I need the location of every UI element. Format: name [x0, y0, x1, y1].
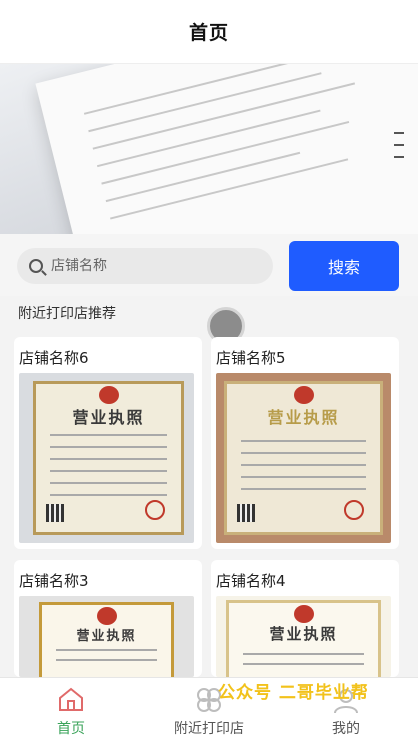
search-icon: [29, 259, 43, 273]
emblem-icon: [96, 607, 117, 625]
tab-home-label: 首页: [57, 721, 85, 737]
seal-icon: [344, 500, 364, 520]
page-title: 首页: [188, 22, 229, 44]
search-button[interactable]: 搜索: [289, 241, 399, 291]
search-row: 搜索: [0, 234, 418, 296]
section-title: 附近打印店推荐: [18, 306, 116, 322]
license-title: 营业执照: [269, 625, 338, 643]
license-title: 营业执照: [76, 629, 137, 644]
license-image: 营业执照: [216, 596, 391, 677]
shop-card[interactable]: 店铺名称3 营业执照: [14, 560, 202, 677]
emblem-icon: [293, 605, 314, 623]
qr-code-icon: [237, 504, 255, 522]
tab-nearby-stores-label: 附近打印店: [174, 721, 244, 737]
license-image: 营业执照: [216, 373, 391, 543]
qr-code-icon: [46, 504, 64, 522]
banner-image[interactable]: [0, 64, 418, 234]
shop-card[interactable]: 店铺名称6 营业执照: [14, 337, 202, 549]
seal-icon: [145, 500, 165, 520]
shop-name: 店铺名称5: [216, 349, 286, 367]
shop-name: 店铺名称3: [19, 572, 89, 590]
banner-paper: [35, 64, 418, 234]
license-title: 营业执照: [72, 408, 145, 427]
license-image: 营业执照: [19, 373, 194, 543]
watermark-text: 公众号 二哥毕业帮: [218, 683, 369, 703]
search-box[interactable]: [17, 248, 273, 284]
tab-home[interactable]: 首页: [40, 678, 102, 746]
emblem-icon: [98, 386, 119, 404]
license-image: 营业执照: [19, 596, 194, 677]
shop-card[interactable]: 店铺名称4 营业执照: [211, 560, 399, 677]
license-title: 营业执照: [267, 408, 340, 427]
shop-card[interactable]: 店铺名称5 营业执照: [211, 337, 399, 549]
shop-name: 店铺名称6: [19, 349, 89, 367]
tab-profile-label: 我的: [332, 721, 360, 737]
banner-indicator[interactable]: [394, 132, 404, 158]
emblem-icon: [293, 386, 314, 404]
home-icon: [59, 687, 83, 711]
nav-bar: 首页: [0, 0, 418, 64]
shop-name: 店铺名称4: [216, 572, 286, 590]
search-input[interactable]: [51, 258, 251, 274]
